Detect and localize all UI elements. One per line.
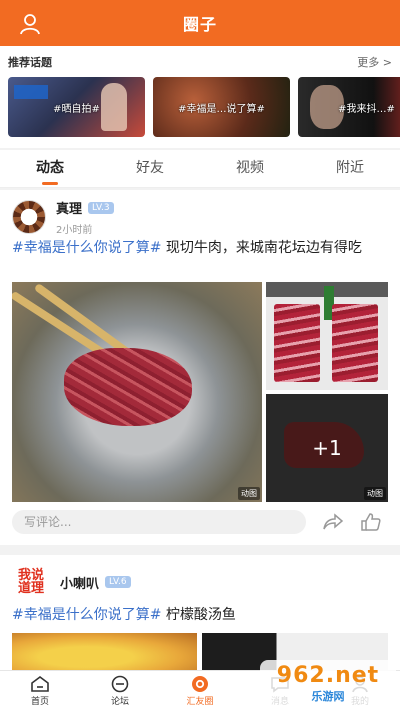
feed-tabs: 动态 好友 视频 附近 (0, 150, 400, 188)
avatar-text-line: 道理 (17, 581, 44, 596)
recommended-topics-section: 推荐话题 更多 > #晒自拍# #幸福是…说了算# #我来抖…# (0, 46, 400, 148)
topic-card-title: #幸福是…说了算# (178, 103, 265, 115)
recommended-topics-label: 推荐话题 (8, 56, 52, 69)
tab-friends[interactable]: 好友 (100, 150, 200, 187)
avatar[interactable] (12, 200, 46, 234)
circle-icon (192, 675, 208, 692)
post-actions: 写评论... (12, 510, 388, 534)
author-name[interactable]: 小喇叭 (60, 573, 99, 592)
topic-card[interactable]: #晒自拍# (8, 77, 145, 137)
nav-circle[interactable]: 汇友圈 (160, 671, 240, 710)
topic-card[interactable]: #我来抖…# (298, 77, 400, 137)
user-icon[interactable] (18, 12, 42, 36)
feed-post: 我说 道理 小喇叭 LV.6 #幸福是什么你说了算# 柠檬酸汤鱼 (0, 555, 400, 673)
home-icon (31, 675, 49, 692)
author-name[interactable]: 真理 (56, 198, 82, 217)
comment-input[interactable]: 写评论... (12, 510, 306, 534)
post-image-more[interactable]: +1 动图 (266, 394, 388, 502)
more-topics-link[interactable]: 更多 > (357, 54, 392, 70)
tab-video[interactable]: 视频 (200, 150, 300, 187)
topic-tag-link[interactable]: #幸福是什么你说了算# (12, 240, 161, 256)
post-author[interactable]: 我说 道理 小喇叭 LV.6 (12, 563, 131, 601)
post-image-side[interactable] (266, 282, 388, 390)
post-image-grid: 动图 +1 动图 (12, 282, 388, 502)
site-watermark: 962.net 乐游网 (260, 660, 396, 708)
topic-card-title: #晒自拍# (53, 103, 100, 115)
nav-forum[interactable]: 论坛 (80, 671, 160, 710)
tab-nearby[interactable]: 附近 (300, 150, 400, 187)
gif-badge: 动图 (238, 487, 260, 500)
level-badge: LV.6 (105, 576, 131, 588)
forum-icon (111, 675, 129, 692)
topic-card-title: #我来抖…# (338, 103, 395, 115)
nav-forum-label: 论坛 (110, 696, 129, 707)
watermark-name: 乐游网 (311, 690, 345, 703)
post-time: 2小时前 (56, 225, 93, 236)
post-content[interactable]: #幸福是什么你说了算# 现切牛肉，来城南花坛边有得吃 (12, 238, 388, 259)
post-text: 现切牛肉，来城南花坛边有得吃 (165, 240, 362, 256)
post-content[interactable]: #幸福是什么你说了算# 柠檬酸汤鱼 (12, 605, 388, 626)
watermark-domain: 962.net (276, 663, 380, 688)
nav-circle-label: 汇友圈 (186, 696, 214, 707)
share-icon[interactable] (322, 512, 344, 532)
app-root: 圈子 推荐话题 更多 > #晒自拍# #幸福是…说了算# #我来抖…# 动态 好… (0, 0, 400, 710)
top-app-bar: 圈子 (0, 0, 400, 46)
post-image-main[interactable]: 动图 (12, 282, 262, 502)
topic-card[interactable]: #幸福是…说了算# (153, 77, 290, 137)
topic-tag-link[interactable]: #幸福是什么你说了算# (12, 607, 161, 623)
post-author[interactable]: 真理 LV.3 2小时前 (12, 198, 114, 236)
post-text: 柠檬酸汤鱼 (165, 607, 236, 623)
nav-home[interactable]: 首页 (0, 671, 80, 710)
feed-post: 真理 LV.3 2小时前 #幸福是什么你说了算# 现切牛肉，来城南花坛边有得吃 … (0, 190, 400, 545)
topic-carousel[interactable]: #晒自拍# #幸福是…说了算# #我来抖…# (8, 77, 400, 137)
post-image[interactable] (12, 633, 197, 673)
gif-badge: 动图 (364, 487, 386, 500)
avatar[interactable]: 我说 道理 (12, 563, 50, 601)
more-images-count: +1 (266, 394, 388, 502)
level-badge: LV.3 (88, 201, 114, 214)
nav-home-label: 首页 (30, 696, 49, 707)
tab-dynamic[interactable]: 动态 (0, 150, 100, 187)
page-title: 圈子 (182, 15, 217, 34)
like-icon[interactable] (360, 512, 382, 532)
